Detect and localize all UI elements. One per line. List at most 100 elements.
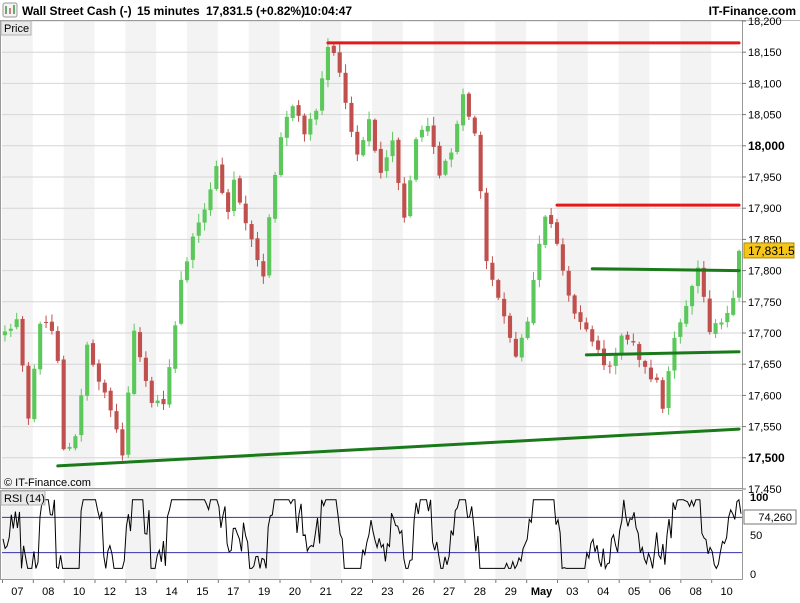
candle-body [337, 52, 342, 73]
candle-body [678, 322, 683, 337]
price-y-tick-label: 17,550 [748, 422, 782, 434]
time-label: 10:04:47 [304, 4, 352, 18]
price-change-label: 17,831.5 (+0.82%) [206, 4, 305, 18]
candle-body [132, 330, 137, 394]
x-tick-label: 21 [320, 586, 332, 598]
rsi-session-band [372, 491, 403, 579]
rsi-session-band [248, 491, 280, 579]
candle-body [325, 46, 331, 81]
candle-body [208, 189, 213, 211]
session-band [310, 21, 342, 489]
candle-body [55, 331, 60, 361]
price-y-tick-label: 18,000 [748, 139, 785, 153]
candle-body [2, 331, 7, 336]
chart-window: Wall Street Cash (-) 15 minutes 17,831.5… [0, 0, 800, 600]
candle-body [179, 279, 184, 324]
candle-body [85, 344, 90, 396]
candle-body [543, 216, 548, 245]
x-tick-label: 19 [258, 586, 270, 598]
candle-body [437, 145, 442, 176]
candle-body [278, 137, 284, 176]
candle-body [731, 298, 736, 315]
candle-body [190, 236, 195, 260]
x-tick-label: 04 [597, 586, 609, 598]
candle-body [384, 157, 389, 172]
candle-body [308, 118, 313, 135]
price-y-tick-label: 17,900 [748, 203, 782, 215]
price-y-tick-label: 18,200 [748, 16, 782, 28]
candle-body [32, 368, 37, 420]
price-panel-label: Price [4, 23, 29, 35]
candle-body [449, 152, 454, 160]
candle-body [619, 335, 624, 355]
x-tick-label: 13 [135, 586, 147, 598]
session-band [495, 21, 527, 489]
candle-body [472, 117, 477, 134]
candle-body [478, 134, 483, 192]
candle-body [255, 238, 260, 261]
x-tick-label: 22 [350, 586, 362, 598]
rsi-y-tick-label: 100 [750, 492, 768, 504]
candle-body [155, 400, 160, 404]
candle-body [443, 160, 448, 175]
candle-body [161, 398, 166, 405]
candle-body [20, 318, 25, 366]
candle-body [378, 148, 383, 173]
instrument-title: Wall Street Cash (-) [22, 4, 132, 18]
candle-body [431, 125, 436, 147]
candle-body [96, 363, 101, 382]
candle-body [490, 262, 495, 280]
candle-body [79, 395, 84, 436]
x-tick-label: 15 [196, 586, 208, 598]
candle-body [320, 78, 325, 111]
last-price-value: 17,831.5 [748, 244, 795, 258]
candle-body [531, 280, 536, 324]
candle-body [226, 192, 231, 212]
x-tick-label: 17 [227, 586, 239, 598]
candle-body [502, 298, 507, 317]
candle-body [707, 298, 712, 333]
candle-body [560, 244, 565, 271]
price-y-tick-label: 18,050 [748, 110, 782, 122]
candle-body [273, 175, 278, 219]
rsi-session-band [680, 491, 712, 579]
candle-body [114, 411, 119, 430]
candle-body [167, 367, 172, 405]
candle-body [578, 312, 583, 322]
rsi-session-band [187, 491, 218, 579]
candle-body [302, 115, 307, 135]
x-tick-label: 20 [289, 586, 301, 598]
x-tick-label: 14 [165, 586, 177, 598]
candle-body [90, 343, 96, 365]
candle-body [496, 280, 501, 298]
session-band [433, 21, 465, 489]
session-band [372, 21, 403, 489]
copyright-label: © IT-Finance.com [4, 477, 91, 489]
candle-body [666, 371, 671, 408]
price-panel: Price © IT-Finance.com 17,45017,50017,55… [0, 16, 795, 496]
candle-body [173, 325, 178, 369]
x-tick-label: 26 [412, 586, 424, 598]
candle-body [314, 110, 319, 120]
candle-body [725, 312, 730, 323]
candle-body [719, 322, 724, 325]
x-axis: 07 08 10 12 13 14 15 17 19 20 21 22 23 26 27 28 29 May 03 0… [2, 580, 733, 598]
candle-body [284, 116, 289, 138]
x-tick-label: May [531, 586, 553, 598]
candle-body [331, 45, 336, 54]
rsi-y-axis: 0 50 100 [750, 492, 768, 581]
x-tick-label: 08 [690, 586, 702, 598]
candle-body [549, 215, 554, 224]
candle-body [590, 329, 595, 342]
price-y-tick-label: 18,150 [748, 47, 782, 59]
candle-body [243, 203, 248, 224]
candle-body [126, 392, 131, 455]
candle-body [419, 129, 424, 138]
candle-body [249, 224, 254, 240]
candle-body [408, 180, 413, 217]
candle-body [202, 209, 207, 223]
trendline [590, 267, 741, 273]
x-tick-label: 28 [474, 586, 486, 598]
price-y-tick-label: 17,700 [748, 328, 782, 340]
candle-body [413, 139, 419, 180]
